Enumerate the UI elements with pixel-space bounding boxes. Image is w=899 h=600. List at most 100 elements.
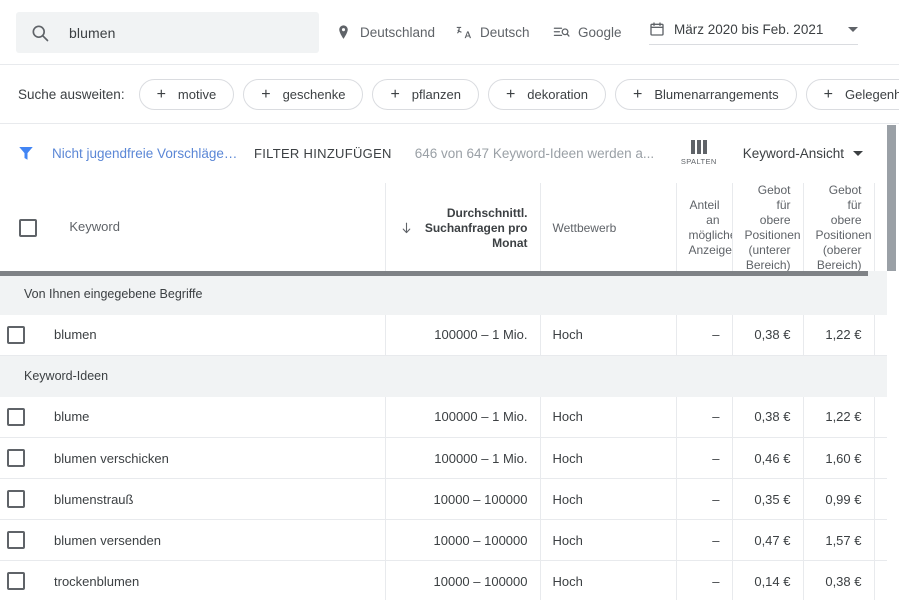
cell-impression-share: – bbox=[676, 396, 733, 438]
location-pin-icon bbox=[339, 25, 348, 39]
cell-competition: Hoch bbox=[540, 560, 677, 600]
plus-icon: + bbox=[505, 85, 516, 103]
filter-funnel-button[interactable] bbox=[0, 144, 52, 162]
sort-descending-arrow-icon bbox=[402, 222, 410, 234]
cell-account-status bbox=[874, 437, 888, 479]
plus-icon: + bbox=[633, 85, 643, 103]
network-selector[interactable]: Google bbox=[553, 24, 622, 41]
vertical-scrollbar[interactable] bbox=[887, 124, 896, 600]
header-keyword[interactable]: Keyword bbox=[0, 183, 386, 274]
chip-label: Blumenarrangements bbox=[654, 87, 779, 102]
cell-avg-searches: 10000 – 100000 bbox=[385, 519, 541, 561]
language-selector[interactable]: Deutsch bbox=[455, 24, 530, 41]
vertical-scrollbar-thumb[interactable] bbox=[887, 125, 896, 271]
columns-icon bbox=[690, 140, 707, 154]
columns-button[interactable]: SPALTEN bbox=[671, 140, 727, 166]
keyword-text: blumen versenden bbox=[54, 532, 161, 548]
keyword-planner-screen: blumen Deutschland Deutsch Google März 2… bbox=[0, 0, 899, 600]
expand-chip-geschenke[interactable]: + geschenke bbox=[243, 79, 364, 110]
search-network-icon bbox=[553, 27, 570, 37]
expand-chip-dekoration[interactable]: + dekoration bbox=[487, 79, 607, 110]
table-row[interactable]: blumen 100000 – 1 Mio. Hoch – 0,38 € 1,2… bbox=[0, 314, 888, 356]
keyword-text: blume bbox=[54, 409, 90, 425]
chip-label: motive bbox=[177, 87, 217, 102]
cell-account-status bbox=[874, 396, 888, 438]
row-checkbox[interactable] bbox=[7, 531, 25, 549]
view-selector[interactable]: Keyword-Ansicht bbox=[743, 146, 864, 161]
cell-avg-searches: 100000 – 1 Mio. bbox=[385, 314, 541, 356]
columns-button-label: SPALTEN bbox=[680, 157, 717, 166]
network-label: Google bbox=[578, 25, 622, 40]
cell-bid-high: 1,57 € bbox=[803, 519, 875, 561]
row-checkbox[interactable] bbox=[7, 407, 25, 426]
expand-chip-pflanzen[interactable]: + pflanzen bbox=[372, 79, 479, 110]
table-row[interactable]: blumen verschicken 100000 – 1 Mio. Hoch … bbox=[0, 437, 888, 479]
header-bid-high[interactable]: Gebot für obere Positionen (oberer Berei… bbox=[803, 183, 875, 274]
cell-bid-high: 1,60 € bbox=[803, 437, 875, 479]
cell-avg-searches: 10000 – 100000 bbox=[385, 478, 541, 520]
cell-keyword[interactable]: blume bbox=[0, 396, 386, 438]
cell-bid-low: 0,38 € bbox=[732, 314, 804, 356]
cell-keyword[interactable]: trockenblumen bbox=[0, 560, 386, 600]
cell-bid-low: 0,14 € bbox=[732, 560, 804, 600]
header-impression-share-label: Anteil an möglichen Anzeigenimpressionen bbox=[688, 198, 732, 257]
table-row[interactable]: trockenblumen 10000 – 100000 Hoch – 0,14… bbox=[0, 560, 888, 600]
expand-chip-motive[interactable]: + motive bbox=[138, 79, 235, 110]
cell-keyword[interactable]: blumen bbox=[0, 314, 386, 356]
expand-chip-blumenarrangements[interactable]: + Blumenarrangements bbox=[615, 79, 797, 110]
group-header-entered-terms: Von Ihnen eingegebene Begriffe bbox=[0, 273, 888, 315]
horizontal-scrollbar[interactable] bbox=[0, 271, 888, 276]
header-avg-searches[interactable]: Durchschnittl. Suchanfragen pro Monat bbox=[385, 183, 541, 274]
cell-impression-share: – bbox=[676, 560, 733, 600]
header-impression-share[interactable]: Anteil an möglichen Anzeigenimpressionen bbox=[676, 183, 733, 274]
header-competition[interactable]: Wettbewerb bbox=[540, 183, 677, 274]
row-checkbox[interactable] bbox=[7, 490, 25, 508]
cell-impression-share: – bbox=[676, 478, 733, 520]
cell-competition: Hoch bbox=[540, 396, 677, 438]
group-header-keyword-ideas: Keyword-Ideen bbox=[0, 355, 888, 397]
chip-label: pflanzen bbox=[411, 87, 461, 102]
cell-bid-high: 0,99 € bbox=[803, 478, 875, 520]
plus-icon: + bbox=[823, 85, 833, 103]
search-input[interactable]: blumen bbox=[16, 12, 319, 53]
header-bid-low[interactable]: Gebot für obere Positionen (unterer Bere… bbox=[732, 183, 804, 274]
language-label: Deutsch bbox=[480, 25, 530, 40]
add-filter-button[interactable]: FILTER HINZUFÜGEN bbox=[254, 146, 392, 161]
date-range-selector[interactable]: März 2020 bis Feb. 2021 bbox=[649, 21, 858, 45]
cell-bid-low: 0,47 € bbox=[732, 519, 804, 561]
expand-chip-gelegenheiten[interactable]: + Gelegenheiten bbox=[805, 79, 899, 110]
row-checkbox[interactable] bbox=[7, 572, 25, 590]
filter-bar: Nicht jugendfreie Vorschläge ... FILTER … bbox=[0, 124, 888, 182]
translate-icon bbox=[456, 26, 472, 39]
location-label: Deutschland bbox=[360, 25, 436, 40]
cell-bid-high: 0,38 € bbox=[803, 560, 875, 600]
header-keyword-label: Keyword bbox=[69, 219, 120, 235]
active-filter-chip[interactable]: Nicht jugendfreie Vorschläge ... bbox=[52, 146, 238, 161]
location-selector[interactable]: Deutschland bbox=[335, 24, 435, 41]
cell-competition: Hoch bbox=[540, 437, 677, 479]
cell-account-status bbox=[874, 478, 888, 520]
row-checkbox[interactable] bbox=[7, 325, 25, 344]
chevron-down-icon[interactable] bbox=[848, 26, 858, 32]
keyword-text: trockenblumen bbox=[54, 573, 140, 589]
horizontal-scrollbar-thumb[interactable] bbox=[0, 271, 868, 276]
cell-keyword[interactable]: blumen verschicken bbox=[0, 437, 386, 479]
table-row[interactable]: blumenstrauß 10000 – 100000 Hoch – 0,35 … bbox=[0, 478, 888, 520]
table-row[interactable]: blumen versenden 10000 – 100000 Hoch – 0… bbox=[0, 519, 888, 561]
group-header-label: Keyword-Ideen bbox=[0, 355, 888, 397]
header-account-status[interactable]: Kontostatus bbox=[874, 183, 888, 274]
chip-label: geschenke bbox=[282, 87, 346, 102]
cell-account-status bbox=[874, 314, 888, 356]
row-checkbox[interactable] bbox=[7, 449, 25, 467]
keyword-table: Keyword Durchschnittl. Suchanfragen pro … bbox=[0, 183, 888, 600]
keyword-table-container[interactable]: Keyword Durchschnittl. Suchanfragen pro … bbox=[0, 183, 888, 600]
cell-bid-low: 0,46 € bbox=[732, 437, 804, 479]
select-all-checkbox[interactable] bbox=[19, 219, 37, 237]
cell-keyword[interactable]: blumen versenden bbox=[0, 519, 386, 561]
cell-keyword[interactable]: blumenstrauß bbox=[0, 478, 386, 520]
cell-impression-share: – bbox=[676, 314, 733, 356]
table-row[interactable]: blume 100000 – 1 Mio. Hoch – 0,38 € 1,22… bbox=[0, 396, 888, 438]
header-bid-high-label: Gebot für obere Positionen (oberer Berei… bbox=[815, 183, 872, 272]
keyword-text: blumenstrauß bbox=[54, 491, 134, 507]
cell-avg-searches: 10000 – 100000 bbox=[385, 560, 541, 600]
